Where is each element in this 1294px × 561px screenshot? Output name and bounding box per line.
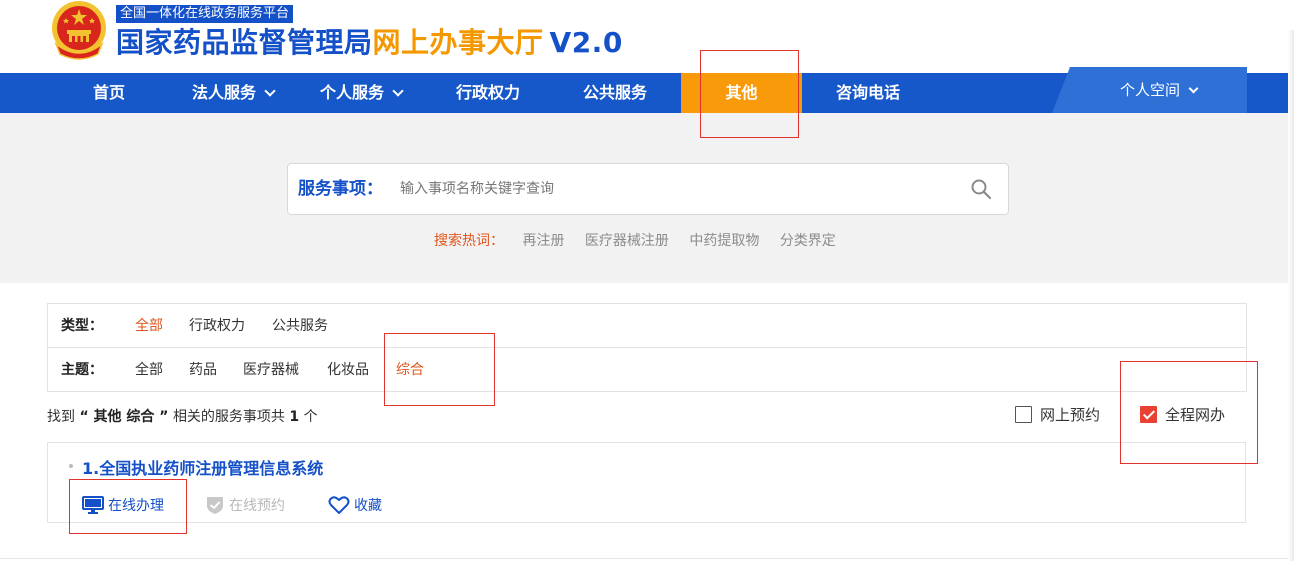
platform-tag: 全国一体化在线政务服务平台: [116, 5, 294, 23]
result-suffix: 个: [303, 409, 318, 425]
online-appointment-action-label: 在线预约: [229, 498, 285, 514]
checkbox-checked-icon: [1140, 406, 1157, 423]
result-summary: 找到 “ 其他 综合 ” 相关的服务事项共 1 个: [47, 406, 318, 426]
monitor-icon: [82, 496, 104, 514]
favorite-button[interactable]: 收藏: [328, 495, 382, 517]
scroll-edge: [1288, 30, 1294, 561]
filter-row-topic: 主题： 全部 药品 医疗器械 化妆品 综合: [48, 348, 1246, 392]
online-process-button[interactable]: 在线办理: [82, 495, 164, 517]
site-title: 国家药品监督管理局网上办事大厅 V2.0: [116, 24, 623, 62]
search-label: 服务事项：: [298, 179, 383, 199]
filter-topic-medical-devices[interactable]: 医疗器械: [243, 348, 299, 392]
online-appointment-checkbox[interactable]: 网上预约: [1015, 405, 1100, 425]
filter-topic-label: 主题：: [61, 362, 103, 378]
checkbox-unchecked-icon: [1015, 406, 1032, 423]
shield-check-icon: [207, 497, 223, 514]
online-process-label: 在线办理: [108, 498, 164, 514]
filter-type-label: 类型：: [61, 318, 103, 334]
search-icon[interactable]: [970, 178, 992, 200]
nav-item-label: 法人服务: [191, 83, 256, 102]
filter-topic-drugs[interactable]: 药品: [189, 348, 217, 392]
hot-word[interactable]: 分类界定: [780, 233, 836, 249]
nav-item-label: 行政权力: [455, 83, 520, 102]
personal-space-button[interactable]: 个人空间: [1052, 67, 1247, 113]
nav-item-label: 其他: [725, 83, 758, 102]
nav-item-public-services[interactable]: 公共服务: [566, 73, 664, 113]
nav-item-admin-power[interactable]: 行政权力: [440, 73, 536, 113]
favorite-label: 收藏: [354, 498, 382, 514]
bullet-dot: [69, 464, 73, 468]
full-online-checkbox[interactable]: 全程网办: [1140, 405, 1225, 425]
heart-icon: [328, 496, 350, 514]
result-count: 1: [289, 409, 300, 425]
nav-item-other[interactable]: 其他: [681, 73, 802, 113]
result-middle: 相关的服务事项共: [172, 409, 285, 425]
full-online-label: 全程网办: [1165, 406, 1226, 424]
online-appointment-label: 网上预约: [1040, 406, 1101, 424]
filter-panel: 类型： 全部 行政权力 公共服务 主题： 全部 药品 医疗器械 化妆品 综合: [47, 303, 1247, 392]
filter-type-public-service[interactable]: 公共服务: [272, 304, 328, 348]
hot-words-label: 搜索热词：: [434, 233, 504, 249]
filter-type-admin-power[interactable]: 行政权力: [189, 304, 245, 348]
nav-item-personal-services[interactable]: 个人服务: [306, 73, 416, 113]
hot-search-words: 搜索热词： 再注册 医疗器械注册 中药提取物 分类界定: [434, 230, 852, 250]
site-header: 全国一体化在线政务服务平台 国家药品监督管理局网上办事大厅 V2.0: [0, 0, 1294, 73]
personal-space-label: 个人空间: [1119, 81, 1180, 99]
service-item: 1.全国执业药师注册管理信息系统 在线办理 在线预约 收藏: [47, 442, 1246, 523]
service-title-link[interactable]: 1.全国执业药师注册管理信息系统: [82, 455, 323, 479]
filter-topic-comprehensive[interactable]: 综合: [396, 348, 424, 392]
hot-word[interactable]: 中药提取物: [689, 233, 759, 249]
filter-type-all[interactable]: 全部: [135, 304, 163, 348]
nav-item-home[interactable]: 首页: [78, 73, 140, 113]
chevron-down-icon: [392, 85, 404, 97]
online-appointment-button: 在线预约: [205, 495, 285, 517]
nav-item-label: 公共服务: [582, 83, 647, 102]
search-input[interactable]: [400, 176, 940, 202]
chevron-down-icon: [264, 85, 276, 97]
filter-row-type: 类型： 全部 行政权力 公共服务: [48, 304, 1246, 348]
hot-word[interactable]: 再注册: [522, 233, 564, 249]
hot-word[interactable]: 医疗器械注册: [585, 233, 669, 249]
search-section: 服务事项： 搜索热词： 再注册 医疗器械注册 中药提取物 分类界定: [0, 113, 1288, 283]
nav-item-hotline[interactable]: 咨询电话: [818, 73, 918, 113]
site-title-version: V2.0: [549, 26, 623, 59]
search-box: 服务事项：: [287, 163, 1009, 215]
filter-topic-cosmetics[interactable]: 化妆品: [327, 348, 369, 392]
nav-item-label: 首页: [92, 83, 125, 102]
result-keyword: “ 其他 综合 ”: [79, 409, 169, 425]
filter-topic-all[interactable]: 全部: [135, 348, 163, 392]
site-title-hall: 网上办事大厅: [372, 26, 544, 59]
nav-item-label: 个人服务: [319, 83, 384, 102]
site-title-main: 国家药品监督管理局: [116, 26, 373, 59]
nav-item-legal-services[interactable]: 法人服务: [178, 73, 288, 113]
divider: [0, 558, 1288, 559]
national-emblem-icon: [52, 1, 106, 60]
nav-item-label: 咨询电话: [835, 83, 900, 102]
main-nav: 首页 法人服务 个人服务 行政权力 公共服务 其他 咨询电话 个人空间: [0, 67, 1288, 113]
result-prefix: 找到: [47, 409, 75, 425]
chevron-down-icon: [1188, 83, 1199, 94]
